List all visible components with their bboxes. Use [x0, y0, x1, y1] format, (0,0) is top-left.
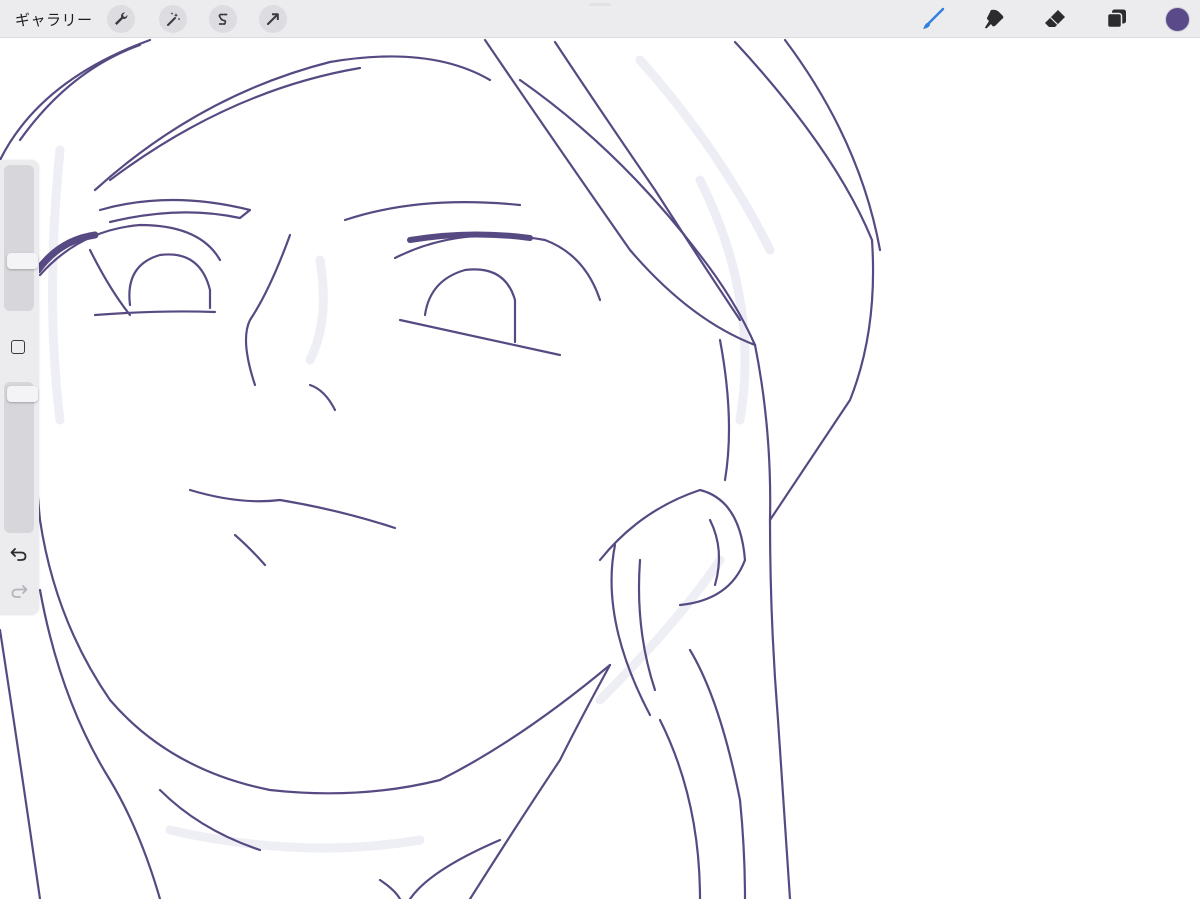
smudge-tool-button[interactable]	[981, 6, 1007, 32]
layers-tool-button[interactable]	[1104, 6, 1130, 32]
smudge-icon	[985, 9, 1004, 29]
selection-s-icon	[218, 13, 228, 25]
wrench-icon	[115, 12, 128, 25]
brush-icon	[923, 7, 945, 29]
modifier-square-icon[interactable]	[11, 340, 25, 354]
top-toolbar: ギャラリー	[0, 0, 1200, 38]
brush-opacity-slider-thumb[interactable]	[7, 386, 38, 402]
magic-wand-icon	[167, 12, 180, 26]
color-swatch-button[interactable]	[1165, 7, 1190, 32]
selection-button[interactable]	[209, 5, 237, 33]
drawing-canvas[interactable]	[0, 38, 1200, 899]
left-sidebar	[0, 160, 39, 615]
redo-icon[interactable]	[9, 582, 29, 600]
transform-button[interactable]	[259, 5, 287, 33]
actions-button[interactable]	[107, 5, 135, 33]
transform-arrow-icon	[267, 13, 279, 25]
brush-size-slider[interactable]	[4, 165, 38, 311]
brush-size-slider-thumb[interactable]	[7, 253, 38, 269]
drag-grabber[interactable]	[589, 3, 611, 6]
eraser-tool-button[interactable]	[1042, 6, 1068, 32]
eraser-icon	[1045, 10, 1065, 27]
brush-opacity-slider[interactable]	[4, 382, 38, 533]
paint-tool-button[interactable]	[920, 6, 946, 32]
layers-icon	[1106, 9, 1126, 29]
sketch-artwork	[0, 38, 882, 899]
gallery-button[interactable]: ギャラリー	[15, 9, 93, 30]
adjustments-button[interactable]	[159, 5, 187, 33]
undo-icon[interactable]	[9, 545, 29, 563]
